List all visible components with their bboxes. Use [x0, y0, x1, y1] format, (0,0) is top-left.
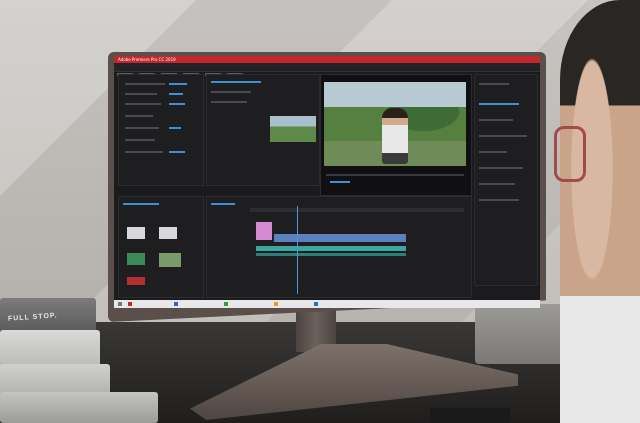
- program-timecode: [330, 181, 350, 183]
- panel-row: [479, 83, 509, 85]
- project-clip-thumb[interactable]: [127, 253, 145, 265]
- person-foreground: [560, 0, 640, 423]
- panel-row: [479, 119, 513, 121]
- program-scrubber[interactable]: [326, 174, 464, 176]
- effects-panel[interactable]: [474, 74, 538, 286]
- person-glasses: [554, 126, 586, 182]
- panel-row: [479, 183, 515, 185]
- os-taskbar: [114, 300, 540, 308]
- panel-row: [479, 167, 523, 169]
- app-menubar: [114, 63, 540, 76]
- premiere-taskbar-icon[interactable]: [128, 302, 132, 306]
- taskbar-app-icon[interactable]: [224, 302, 228, 306]
- panel-row: [479, 135, 527, 137]
- app-titlebar: Adobe Premiere Pro CC 2019: [114, 56, 540, 63]
- taskbar-app-icon[interactable]: [274, 302, 278, 306]
- panel-value: [479, 103, 519, 105]
- panel-row: [211, 101, 247, 103]
- effect-controls-panel[interactable]: [118, 74, 204, 186]
- keyboard: [430, 408, 510, 423]
- timeline-clip-audio[interactable]: [256, 246, 406, 251]
- project-panel[interactable]: [118, 196, 204, 298]
- app-title: Adobe Premiere Pro CC 2019: [118, 57, 176, 62]
- panel-row: [125, 83, 165, 85]
- source-thumbnail: [270, 116, 316, 142]
- source-tab[interactable]: [211, 81, 261, 83]
- timeline-clip-video[interactable]: [274, 234, 406, 242]
- panel-row: [125, 115, 153, 117]
- timeline-clip-audio[interactable]: [256, 253, 406, 256]
- timeline-timecode: [211, 203, 235, 205]
- start-icon[interactable]: [118, 302, 122, 306]
- monitor-screen: Adobe Premiere Pro CC 2019: [114, 56, 540, 308]
- video-subject-person: [382, 108, 408, 164]
- book-bottom: [0, 392, 158, 423]
- panel-row: [479, 199, 519, 201]
- taskbar-app-icon[interactable]: [314, 302, 318, 306]
- panel-value: [169, 103, 185, 105]
- panel-row: [125, 151, 163, 153]
- panel-value: [169, 151, 185, 153]
- panel-row: [125, 127, 159, 129]
- taskbar-app-icon[interactable]: [174, 302, 178, 306]
- panel-row: [125, 139, 155, 141]
- panel-row: [479, 151, 507, 153]
- project-clip-thumb[interactable]: [159, 253, 181, 267]
- project-tab[interactable]: [123, 203, 159, 205]
- project-bin-thumb[interactable]: [159, 227, 177, 239]
- panel-row: [125, 103, 161, 105]
- panel-row: [125, 93, 157, 95]
- panel-value: [169, 83, 187, 85]
- panel-row: [211, 91, 251, 93]
- project-bin-thumb[interactable]: [127, 227, 145, 239]
- project-clip-thumb[interactable]: [127, 277, 145, 285]
- timeline-playhead[interactable]: [297, 206, 298, 294]
- panel-value: [169, 127, 181, 129]
- timeline-clip-graphic[interactable]: [256, 222, 272, 240]
- timeline-ruler[interactable]: [250, 208, 464, 212]
- panel-value: [169, 93, 183, 95]
